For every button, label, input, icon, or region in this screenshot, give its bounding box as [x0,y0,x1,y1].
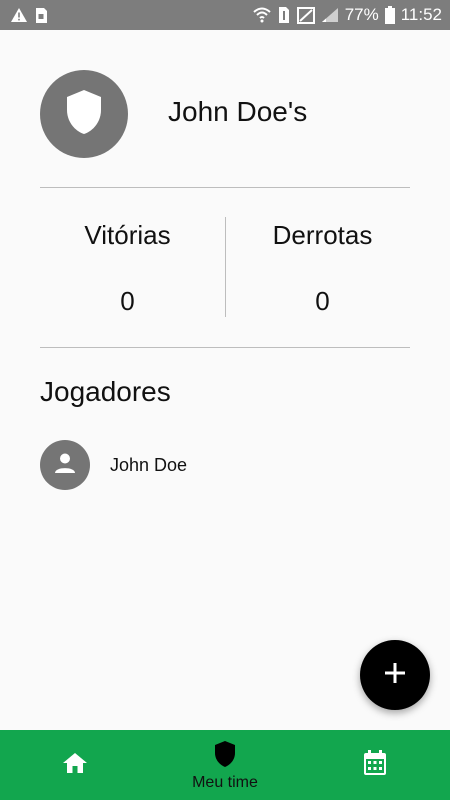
sim-save-icon [34,7,48,24]
shield-icon [64,88,104,141]
nav-item-meu-time[interactable]: Meu time [150,730,300,800]
warning-icon [10,7,28,23]
wins-value: 0 [120,286,135,316]
losses-label: Derrotas [272,220,373,250]
wins-label: Vitórias [84,220,171,250]
list-item[interactable]: John Doe [40,440,410,490]
player-name: John Doe [110,454,188,475]
players-title: Jogadores [40,376,171,407]
shield-icon [213,740,237,773]
clock: 11:52 [400,5,442,24]
bottom-nav: Meu time [0,730,450,800]
person-icon [54,452,76,479]
avatar [40,440,90,490]
status-bar: 77% 11:52 [0,0,450,30]
divider-bottom [40,347,410,348]
divider-top [40,187,410,188]
wifi-icon [253,7,271,23]
team-name: John Doe's [168,96,308,127]
battery-icon [384,6,395,24]
stats-divider [225,217,226,317]
no-signal-icon [296,6,315,24]
battery-percent: 77% [344,5,379,24]
screen: 77% 11:52 John Doe's Vitórias 0 Derrotas… [0,0,450,800]
nav-item-calendar[interactable] [300,730,450,800]
losses-stat: Derrotas 0 [230,217,415,319]
team-avatar[interactable] [40,70,128,158]
add-player-button[interactable] [360,640,430,710]
signal-icon [321,7,339,23]
sim-1-icon [277,6,291,24]
plus-icon [384,662,406,689]
calendar-icon [363,749,387,781]
nav-item-home[interactable] [0,730,150,800]
home-icon [62,751,88,780]
status-right: 77% 11:52 [253,5,442,25]
wins-stat: Vitórias 0 [35,217,220,319]
losses-value: 0 [315,286,330,316]
status-left [10,7,48,24]
nav-label-meu-time: Meu time [192,774,258,791]
